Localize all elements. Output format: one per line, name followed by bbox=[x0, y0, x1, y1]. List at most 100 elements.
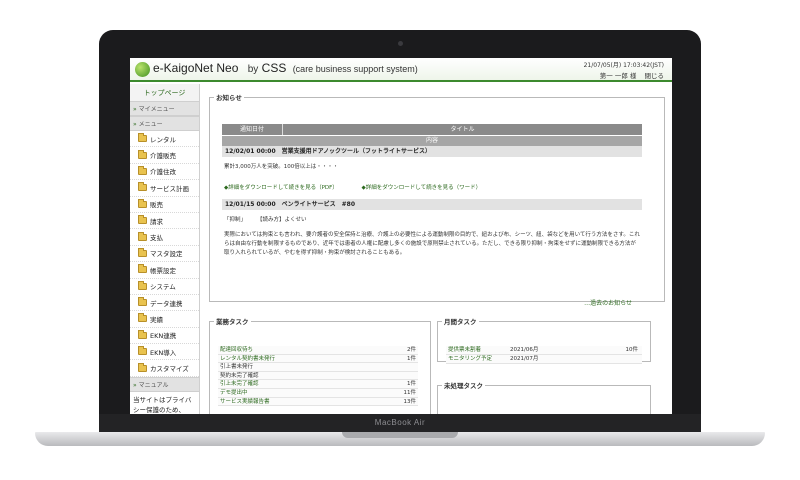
download-pdf-link[interactable]: ◆詳細をダウンロードして続きを見る（PDF） bbox=[224, 185, 338, 191]
monthly-count: 10件 bbox=[625, 347, 639, 353]
menu-item-label: マスタ設定 bbox=[150, 250, 183, 259]
monthly-count bbox=[600, 355, 642, 363]
monthly-list: 提供票未割着 2021/06月 10件 モニタリング予定 2021/07月 bbox=[446, 346, 642, 364]
menu-item-label: 帳票設定 bbox=[150, 266, 176, 275]
main-content: お知らせ 通知日付 タイトル 内容 12/02/01 00:00 営業支援用ドア… bbox=[203, 84, 672, 414]
news-header-row: 通知日付 タイトル bbox=[222, 124, 642, 135]
folder-icon bbox=[138, 346, 147, 356]
folder-icon bbox=[138, 165, 147, 175]
task-row[interactable]: 配達回収待ち 2件 bbox=[218, 346, 418, 355]
news-item-body: 累計3,000万人を突破。100倍以上は・・・・ ◆詳細をダウンロードして続きを… bbox=[222, 157, 642, 199]
menu-item-service-plan[interactable]: サービス計画 bbox=[130, 180, 199, 197]
monthly-row[interactable]: 提供票未割着 2021/06月 10件 bbox=[446, 346, 642, 355]
menu-item-label: 実績 bbox=[150, 315, 163, 324]
menu-item-label: 介護販売 bbox=[150, 152, 176, 161]
ssl-notice: 当サイトはプライバシー保護のため、SSL暗号化 bbox=[130, 391, 199, 414]
section-menu[interactable]: メニュー bbox=[130, 116, 199, 131]
task-row[interactable]: 引上未完了確認 1件 bbox=[218, 380, 418, 389]
task-label: レンタル契約書未発行 bbox=[220, 355, 276, 362]
laptop-device: MacBook Air e-KaigoNet Neo by CSS (care … bbox=[0, 0, 800, 480]
menu-item-rental[interactable]: レンタル bbox=[130, 131, 199, 148]
app-logo[interactable]: e-KaigoNet Neo by CSS (care business sup… bbox=[153, 61, 418, 75]
col-content: 内容 bbox=[222, 136, 642, 146]
menu-item-care-renovation[interactable]: 介護住改 bbox=[130, 163, 199, 181]
folder-icon bbox=[138, 362, 147, 372]
app-header: e-KaigoNet Neo by CSS (care business sup… bbox=[130, 58, 672, 82]
task-count: 1件 bbox=[407, 381, 416, 388]
menu-item-label: EKN連携 bbox=[150, 332, 177, 341]
menu-item-label: カスタマイズ bbox=[150, 365, 189, 374]
laptop-notch bbox=[342, 432, 458, 438]
task-row[interactable]: サービス実績報告書 13件 bbox=[218, 397, 418, 407]
folder-icon bbox=[138, 198, 147, 208]
menu-item-care-sales[interactable]: 介護販売 bbox=[130, 147, 199, 164]
pending-legend: 未処理タスク bbox=[444, 382, 483, 390]
sidebar: トップページ マイメニュー メニュー レンタル 介護販売 介護住改 サービス計画… bbox=[130, 84, 200, 414]
menu-item-label: データ連携 bbox=[150, 299, 183, 308]
menu-item-label: サービス計画 bbox=[150, 184, 189, 193]
device-brand: MacBook Air bbox=[374, 418, 426, 427]
download-word-link[interactable]: ◆詳細をダウンロードして続きを見る（ワード） bbox=[362, 185, 482, 191]
past-news-link[interactable]: …過去のお知らせ bbox=[584, 298, 632, 307]
camera-icon bbox=[398, 41, 403, 46]
menu-item-label: 請求 bbox=[150, 217, 163, 226]
task-row: 引上書未発行 bbox=[218, 363, 418, 372]
task-row[interactable]: レンタル契約書未発行 1件 bbox=[218, 354, 418, 364]
news-item-head[interactable]: 12/02/01 00:00 営業支援用ドアノックツール（フットライトサービス） bbox=[222, 146, 642, 157]
folder-icon bbox=[138, 297, 147, 307]
task-row[interactable]: デモ提出中 11件 bbox=[218, 388, 418, 398]
folder-icon bbox=[138, 280, 147, 290]
menu-item-master-settings[interactable]: マスタ設定 bbox=[130, 245, 199, 263]
menu-item-form-settings[interactable]: 帳票設定 bbox=[130, 262, 199, 279]
section-mymenu[interactable]: マイメニュー bbox=[130, 101, 199, 116]
monthly-legend: 月間タスク bbox=[444, 318, 477, 326]
logo-main: e-KaigoNet bbox=[153, 61, 214, 75]
menu-item-data-link[interactable]: データ連携 bbox=[130, 294, 199, 312]
menu-item-results[interactable]: 実績 bbox=[130, 311, 199, 328]
folder-icon bbox=[138, 264, 147, 274]
folder-icon bbox=[138, 215, 147, 225]
menu-item-customize[interactable]: カスタマイズ bbox=[130, 360, 199, 377]
task-label: 契約未完了確認 bbox=[220, 372, 259, 379]
news-legend: お知らせ bbox=[216, 94, 242, 102]
menu-item-ekn-link[interactable]: EKN連携 bbox=[130, 327, 199, 345]
news-item-text: 累計3,000万人を突破。100倍以上は・・・・ bbox=[224, 164, 339, 170]
menu-item-ekn-intro[interactable]: EKN導入 bbox=[130, 344, 199, 361]
news-table: 通知日付 タイトル 内容 12/02/01 00:00 営業支援用ドアノックツー… bbox=[222, 124, 642, 264]
monthly-tasks-panel: 月間タスク 提供票未割着 2021/06月 10件 モニタリング予定 2021/… bbox=[437, 316, 651, 364]
tasks-legend: 業務タスク bbox=[216, 318, 249, 326]
menu-item-label: 支払 bbox=[150, 234, 163, 243]
business-tasks-panel: 業務タスク 配達回収待ち 2件 レンタル契約書未発行 1件 引上書未発行 契約未完了… bbox=[209, 316, 431, 414]
news-item-head[interactable]: 12/01/15 00:00 ペンライトサービス #80 bbox=[222, 199, 642, 210]
monthly-date: 2021/06月 bbox=[510, 347, 539, 353]
task-count: 13件 bbox=[403, 398, 417, 405]
menu-list: レンタル 介護販売 介護住改 サービス計画 販売 請求 支払 マスタ設定 帳票設… bbox=[130, 131, 199, 377]
app-screen: e-KaigoNet Neo by CSS (care business sup… bbox=[130, 58, 672, 414]
menu-item-billing[interactable]: 請求 bbox=[130, 212, 199, 230]
monthly-date: 2021/07月 bbox=[510, 356, 539, 362]
menu-item-sales[interactable]: 販売 bbox=[130, 196, 199, 213]
task-label: デモ提出中 bbox=[220, 389, 248, 396]
folder-icon bbox=[138, 313, 147, 323]
folder-icon bbox=[138, 329, 147, 339]
menu-item-system[interactable]: システム bbox=[130, 278, 199, 295]
top-page-link[interactable]: トップページ bbox=[130, 84, 199, 101]
menu-item-label: レンタル bbox=[150, 135, 176, 144]
folder-icon bbox=[138, 133, 147, 143]
folder-icon bbox=[138, 182, 147, 192]
news-panel: お知らせ 通知日付 タイトル 内容 12/02/01 00:00 営業支援用ドア… bbox=[209, 92, 665, 307]
logout-link[interactable]: 閉じる bbox=[645, 72, 665, 80]
menu-item-payment[interactable]: 支払 bbox=[130, 229, 199, 246]
menu-item-label: 介護住改 bbox=[150, 168, 176, 177]
task-row: 契約未完了確認 bbox=[218, 371, 418, 381]
task-count: 2件 bbox=[407, 347, 416, 353]
menu-item-label: EKN導入 bbox=[150, 348, 177, 357]
logo-neo: Neo bbox=[216, 61, 239, 75]
task-count: 11件 bbox=[403, 389, 417, 396]
monthly-row[interactable]: モニタリング予定 2021/07月 bbox=[446, 355, 642, 364]
menu-item-label: システム bbox=[150, 283, 176, 292]
section-manual[interactable]: マニュアル bbox=[130, 376, 199, 392]
current-datetime: 21/07/05(月) 17:03:42(JST) bbox=[583, 62, 664, 69]
user-name: 第一 一郎 様 bbox=[599, 72, 637, 80]
task-label: 引上未完了確認 bbox=[220, 381, 259, 388]
